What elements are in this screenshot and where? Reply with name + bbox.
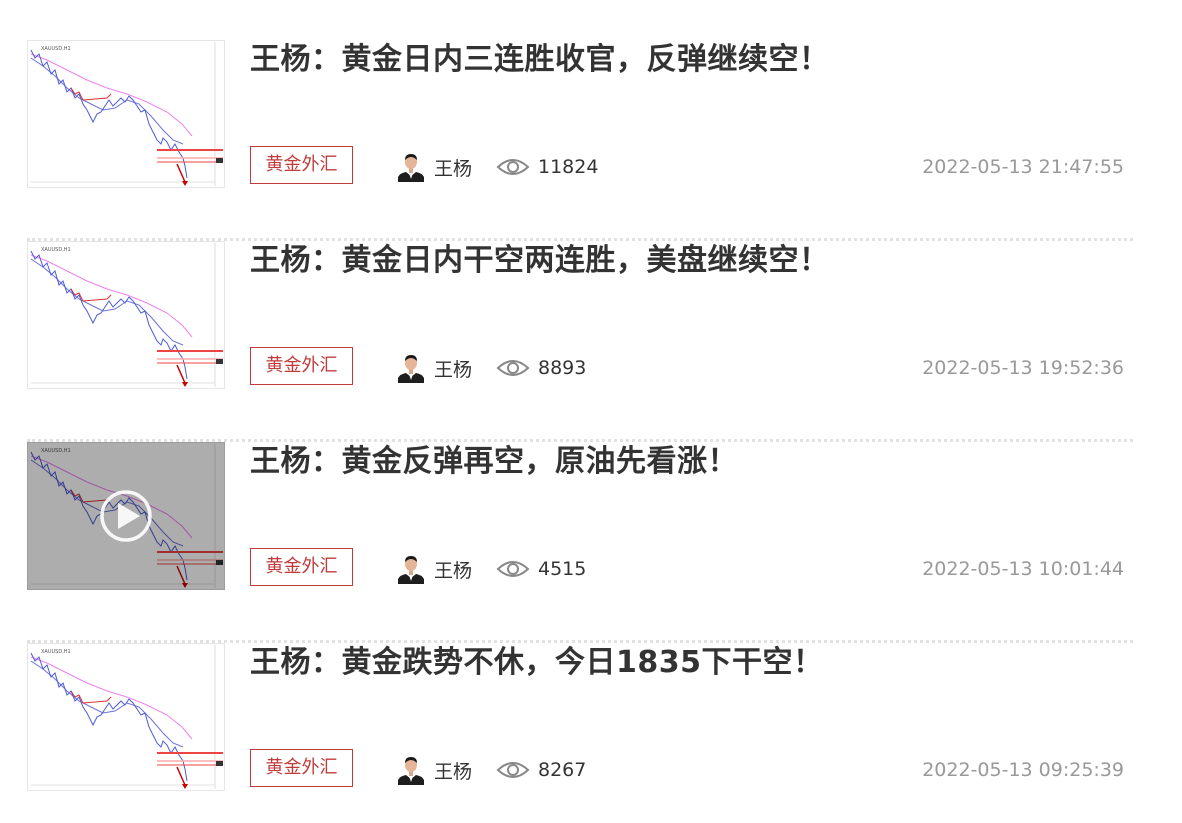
view-count: 8267 <box>538 759 587 781</box>
author-avatar <box>396 353 426 383</box>
eye-icon <box>496 159 530 175</box>
publish-time: 2022-05-13 21:47:55 <box>922 156 1124 178</box>
category-tag[interactable]: 黄金外汇 <box>250 749 353 787</box>
author-avatar <box>396 755 426 785</box>
article-thumbnail[interactable] <box>27 442 225 590</box>
category-tag[interactable]: 黄金外汇 <box>250 548 353 586</box>
view-stats: 4515 <box>496 554 586 584</box>
author-info[interactable]: 王杨 <box>396 152 472 182</box>
author-info[interactable]: 王杨 <box>396 554 472 584</box>
article-thumbnail[interactable] <box>27 40 225 188</box>
view-count: 11824 <box>538 156 599 178</box>
article-item[interactable]: 王杨：黄金日内干空两连胜，美盘继续空！ 黄金外汇 王杨 8893 2022-05… <box>27 241 1133 442</box>
gold-chart-thumbnail <box>27 40 225 188</box>
author-info[interactable]: 王杨 <box>396 755 472 785</box>
article-title[interactable]: 王杨：黄金日内三连胜收官，反弹继续空！ <box>250 40 830 80</box>
view-stats: 11824 <box>496 152 598 182</box>
view-count: 8893 <box>538 357 587 379</box>
author-name: 王杨 <box>434 157 473 180</box>
article-thumbnail[interactable] <box>27 241 225 389</box>
article-item[interactable]: 王杨：黄金日内三连胜收官，反弹继续空！ 黄金外汇 王杨 11824 2022-0… <box>27 40 1133 241</box>
article-item[interactable]: 王杨：黄金跌势不休，今日1835下干空！ 黄金外汇 王杨 8267 2022-0… <box>27 643 1133 823</box>
author-name: 王杨 <box>434 559 473 582</box>
eye-icon <box>496 360 530 376</box>
author-info[interactable]: 王杨 <box>396 353 472 383</box>
gold-chart-thumbnail <box>27 241 225 389</box>
article-list: 王杨：黄金日内三连胜收官，反弹继续空！ 黄金外汇 王杨 11824 2022-0… <box>0 0 1182 823</box>
article-thumbnail[interactable] <box>27 643 225 791</box>
article-title[interactable]: 王杨：黄金反弹再空，原油先看涨！ <box>250 442 738 482</box>
publish-time: 2022-05-13 09:25:39 <box>922 759 1124 781</box>
gold-chart-thumbnail <box>27 643 225 791</box>
category-tag[interactable]: 黄金外汇 <box>250 146 353 184</box>
article-item[interactable]: 王杨：黄金反弹再空，原油先看涨！ 黄金外汇 王杨 4515 2022-05-13… <box>27 442 1133 643</box>
eye-icon <box>496 762 530 778</box>
eye-icon <box>496 561 530 577</box>
view-stats: 8267 <box>496 755 586 785</box>
publish-time: 2022-05-13 19:52:36 <box>922 357 1124 379</box>
author-name: 王杨 <box>434 358 473 381</box>
category-tag[interactable]: 黄金外汇 <box>250 347 353 385</box>
publish-time: 2022-05-13 10:01:44 <box>922 558 1124 580</box>
author-name: 王杨 <box>434 760 473 783</box>
gold-chart-thumbnail <box>27 442 225 590</box>
view-stats: 8893 <box>496 353 586 383</box>
author-avatar <box>396 152 426 182</box>
author-avatar <box>396 554 426 584</box>
view-count: 4515 <box>538 558 587 580</box>
article-title[interactable]: 王杨：黄金日内干空两连胜，美盘继续空！ <box>250 241 830 281</box>
article-title[interactable]: 王杨：黄金跌势不休，今日1835下干空！ <box>250 643 824 683</box>
